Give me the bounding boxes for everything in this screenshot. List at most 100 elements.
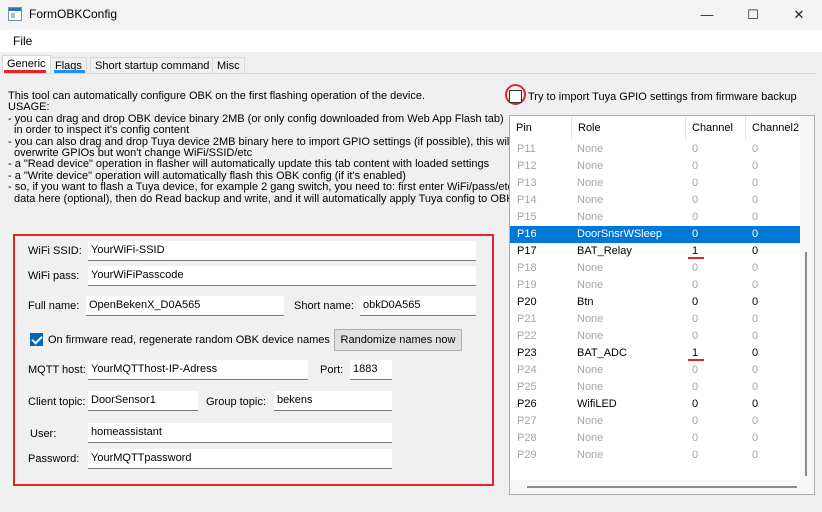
grid-cell-role: None <box>577 211 604 223</box>
short-name-input[interactable]: obkD0A565 <box>360 296 476 316</box>
grid-cell-channel2: 0 <box>752 279 759 291</box>
grid-cell-role: None <box>577 143 604 155</box>
regenerate-names-checkbox[interactable] <box>30 333 43 346</box>
regenerate-names-label: On firmware read, regenerate random OBK … <box>48 334 330 346</box>
grid-row-p29[interactable]: P29 None 0 0 <box>510 447 800 464</box>
grid-cell-channel2: 0 <box>752 160 759 172</box>
grid-cell-pin: P16 <box>517 228 537 240</box>
wifi-ssid-input[interactable]: YourWiFi-SSID <box>88 241 476 261</box>
menu-bar: File <box>0 30 822 52</box>
grid-cell-channel: 0 <box>692 228 699 240</box>
close-icon[interactable]: ✕ <box>776 0 822 30</box>
grid-row-p17[interactable]: P17 BAT_Relay 1 0 <box>510 243 800 260</box>
maximize-icon[interactable]: ☐ <box>730 0 776 30</box>
desc-line: data here (optional), then do Read backu… <box>14 192 514 205</box>
grid-cell-pin: P24 <box>517 364 537 376</box>
grid-cell-channel2: 0 <box>752 449 759 461</box>
grid-row-p15[interactable]: P15 None 0 0 <box>510 209 800 226</box>
user-input[interactable]: homeassistant <box>88 423 392 443</box>
grid-cell-channel: 0 <box>692 449 699 461</box>
port-input[interactable]: 1883 <box>350 360 392 380</box>
grid-cell-channel2: 0 <box>752 381 759 393</box>
grid-row-p24[interactable]: P24 None 0 0 <box>510 362 800 379</box>
grid-horizontal-scrollbar[interactable] <box>510 480 814 494</box>
gpio-grid: Pin Role Channel Channel2 P11 None 0 0 P12 No… <box>509 115 815 495</box>
grid-vertical-scroll-thumb[interactable] <box>805 252 807 476</box>
randomize-names-button[interactable]: Randomize names now <box>334 329 462 351</box>
grid-cell-pin: P19 <box>517 279 537 291</box>
grid-cell-channel2: 0 <box>752 228 759 240</box>
grid-header-role[interactable]: Role <box>572 116 686 140</box>
group-topic-label: Group topic: <box>206 396 266 408</box>
grid-row-p13[interactable]: P13 None 0 0 <box>510 175 800 192</box>
grid-cell-role: None <box>577 177 604 189</box>
minimize-icon[interactable]: — <box>684 0 730 30</box>
grid-cell-role: None <box>577 330 604 342</box>
menu-file[interactable]: File <box>13 34 32 48</box>
grid-row-p26[interactable]: P26 WifiLED 0 0 <box>510 396 800 413</box>
grid-cell-pin: P12 <box>517 160 537 172</box>
mqtt-host-input[interactable]: YourMQTThost-IP-Adress <box>88 360 308 380</box>
grid-cell-channel: 0 <box>692 398 699 410</box>
grid-cell-channel: 0 <box>692 279 699 291</box>
grid-cell-channel: 0 <box>692 143 699 155</box>
client-topic-input[interactable]: DoorSensor1 <box>88 391 198 411</box>
grid-row-p25[interactable]: P25 None 0 0 <box>510 379 800 396</box>
grid-row-p12[interactable]: P12 None 0 0 <box>510 158 800 175</box>
grid-cell-pin: P26 <box>517 398 537 410</box>
grid-cell-channel: 1 <box>692 245 699 257</box>
grid-row-p21[interactable]: P21 None 0 0 <box>510 311 800 328</box>
grid-cell-channel2: 0 <box>752 415 759 427</box>
short-name-label: Short name: <box>294 300 354 312</box>
grid-cell-role: None <box>577 279 604 291</box>
grid-cell-role: None <box>577 160 604 172</box>
desc-line: in order to inspect it's config content <box>14 124 190 137</box>
grid-row-p22[interactable]: P22 None 0 0 <box>510 328 800 345</box>
full-name-input[interactable]: OpenBekenX_D0A565 <box>86 296 284 316</box>
grid-cell-pin: P23 <box>517 347 537 359</box>
grid-cell-channel: 0 <box>692 211 699 223</box>
grid-cell-channel2: 0 <box>752 296 759 308</box>
grid-cell-pin: P13 <box>517 177 537 189</box>
grid-cell-channel: 0 <box>692 160 699 172</box>
grid-horizontal-scroll-thumb[interactable] <box>527 486 797 488</box>
grid-header-pin[interactable]: Pin <box>510 116 572 140</box>
wifi-pass-label: WiFi pass: <box>28 270 80 282</box>
grid-cell-channel: 1 <box>692 347 699 359</box>
tuya-import-checkbox[interactable] <box>509 90 522 103</box>
grid-cell-role: None <box>577 262 604 274</box>
group-topic-input[interactable]: bekens <box>274 391 392 411</box>
grid-cell-pin: P22 <box>517 330 537 342</box>
grid-cell-channel: 0 <box>692 296 699 308</box>
grid-cell-channel2: 0 <box>752 245 759 257</box>
grid-row-p14[interactable]: P14 None 0 0 <box>510 192 800 209</box>
grid-row-p11[interactable]: P11 None 0 0 <box>510 141 800 158</box>
grid-cell-role: None <box>577 449 604 461</box>
wifi-ssid-label: WiFi SSID: <box>28 245 82 257</box>
app-window-icon <box>8 7 22 21</box>
grid-row-p28[interactable]: P28 None 0 0 <box>510 430 800 447</box>
grid-row-p18[interactable]: P18 None 0 0 <box>510 260 800 277</box>
grid-cell-role: None <box>577 432 604 444</box>
user-label: User: <box>30 428 57 440</box>
grid-row-p16[interactable]: P16 DoorSnsrWSleep 0 0 <box>510 226 800 243</box>
grid-row-p20[interactable]: P20 Btn 0 0 <box>510 294 800 311</box>
grid-header-channel[interactable]: Channel <box>686 116 746 140</box>
grid-cell-channel: 0 <box>692 330 699 342</box>
grid-header-channel2[interactable]: Channel2 <box>746 116 806 140</box>
client-topic-label: Client topic: <box>28 396 86 408</box>
grid-row-p27[interactable]: P27 None 0 0 <box>510 413 800 430</box>
wifi-pass-input[interactable]: YourWiFiPasscode <box>88 266 476 286</box>
usage-description: This tool can automatically configure OB… <box>8 90 514 205</box>
grid-cell-channel: 0 <box>692 381 699 393</box>
grid-vertical-scrollbar[interactable] <box>800 116 814 480</box>
tab-strip: Generic Flags Short startup command Misc <box>0 54 822 75</box>
grid-cell-pin: P15 <box>517 211 537 223</box>
grid-cell-channel2: 0 <box>752 364 759 376</box>
desc-line: - so, if you want to flash a Tuya device… <box>8 181 514 194</box>
grid-cell-role: None <box>577 313 604 325</box>
mqtt-host-label: MQTT host: <box>28 364 86 376</box>
password-input[interactable]: YourMQTTpassword <box>88 449 392 469</box>
grid-row-p23[interactable]: P23 BAT_ADC 1 0 <box>510 345 800 362</box>
grid-row-p19[interactable]: P19 None 0 0 <box>510 277 800 294</box>
